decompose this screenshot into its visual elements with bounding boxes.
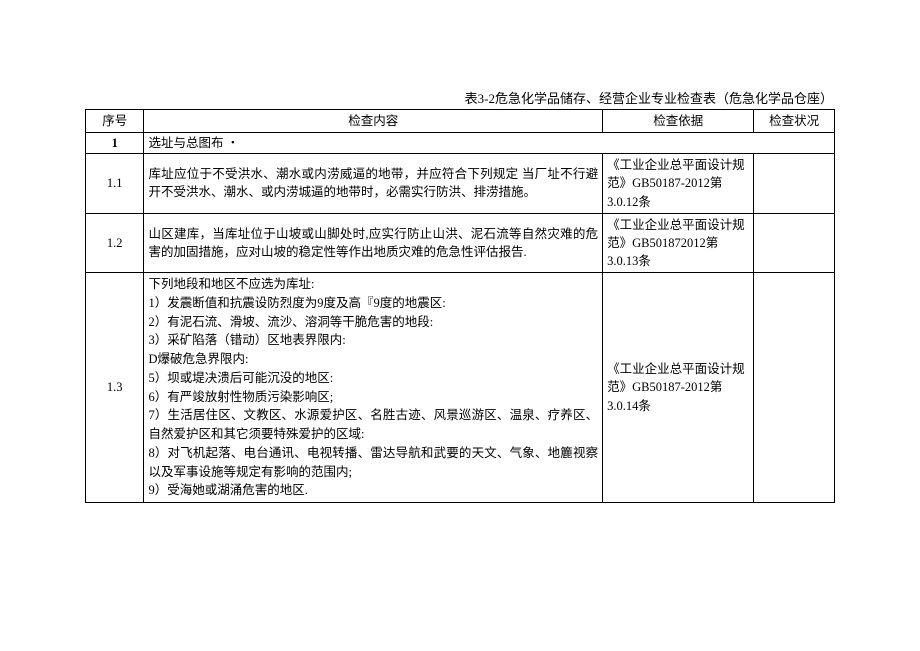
header-num: 序号: [86, 110, 144, 133]
row-1-3-num: 1.3: [86, 273, 144, 503]
header-basis: 检查依据: [603, 110, 754, 133]
table-title: 表3-2危急化学品储存、经营企业专业检查表（危急化学品仓座）: [85, 88, 835, 107]
row-1-1: 1.1 库址应位于不受洪水、潮水或内涝威逼的地带，并应符合下列规定 当厂址不行避…: [86, 154, 835, 213]
row-1-2-status: [754, 213, 835, 272]
section-1-num: 1: [86, 133, 144, 154]
row-1-1-content: 库址应位于不受洪水、潮水或内涝威逼的地带，并应符合下列规定 当厂址不行避开不受洪…: [144, 154, 603, 213]
row-1-2-num: 1.2: [86, 213, 144, 272]
row-1-1-status: [754, 154, 835, 213]
row-1-1-basis: 《工业企业总平面设计规范》GB50187-2012第3.0.12条: [603, 154, 754, 213]
row-1-3-basis: 《工业企业总平面设计规范》GB50187-2012第3.0.14条: [603, 273, 754, 503]
row-1-1-num: 1.1: [86, 154, 144, 213]
header-content: 检查内容: [144, 110, 603, 133]
row-1-3: 1.3 下列地段和地区不应选为库址: 1）发震断值和抗震设防烈度为9度及高『9度…: [86, 273, 835, 503]
row-1-2: 1.2 山区建库，当库址位于山坡或山脚处时,应实行防止山洪、泥石流等自然灾难的危…: [86, 213, 835, 272]
section-1-row: 1 选址与总图布 ・: [86, 133, 835, 154]
inspection-table: 序号 检查内容 检查依据 检查状况 1 选址与总图布 ・ 1.1 库址应位于不受…: [85, 109, 835, 503]
row-1-2-content: 山区建库，当库址位于山坡或山脚处时,应实行防止山洪、泥石流等自然灾难的危害的加固…: [144, 213, 603, 272]
row-1-3-content: 下列地段和地区不应选为库址: 1）发震断值和抗震设防烈度为9度及高『9度的地震区…: [144, 273, 603, 503]
section-1-label: 选址与总图布 ・: [144, 133, 835, 154]
document-page: 表3-2危急化学品储存、经营企业专业检查表（危急化学品仓座） 序号 检查内容 检…: [0, 0, 920, 651]
header-status: 检查状况: [754, 110, 835, 133]
row-1-2-basis: 《工业企业总平面设计规范》GB501872012第3.0.13条: [603, 213, 754, 272]
header-row: 序号 检查内容 检查依据 检查状况: [86, 110, 835, 133]
row-1-3-status: [754, 273, 835, 503]
